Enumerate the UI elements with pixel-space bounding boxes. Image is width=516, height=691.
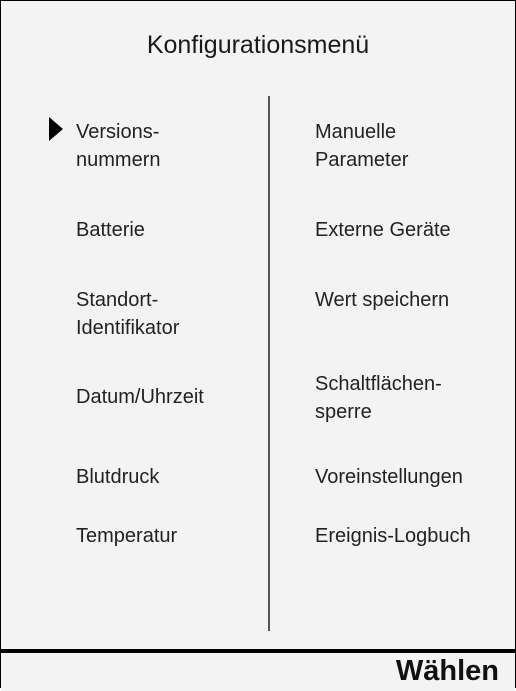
config-screen: Konfigurationsmenü Versions- nummern Bat…	[0, 0, 516, 691]
menu-item-label: Wert speichern	[315, 289, 450, 311]
menu-item-label: Ereignis-Logbuch	[315, 525, 471, 547]
menu-item-label: Temperatur	[76, 525, 178, 547]
menu-item-label: Blutdruck	[76, 466, 160, 488]
menu-item-label: sperre	[315, 401, 372, 423]
menu-item-event-log[interactable]: Ereignis-Logbuch	[315, 522, 471, 550]
menu-item-label: Externe Geräte	[315, 219, 451, 241]
menu-item-external-devices[interactable]: Externe Geräte	[315, 216, 451, 244]
page-title: Konfigurationsmenü	[146, 31, 370, 59]
menu-item-manual-parameters[interactable]: Manuelle Parameter	[315, 118, 408, 174]
menu-item-presets[interactable]: Voreinstellungen	[315, 463, 463, 491]
menu-item-label: Voreinstellungen	[315, 466, 463, 488]
menu-item-version-numbers[interactable]: Versions- nummern	[76, 118, 160, 174]
menu-item-location-id[interactable]: Standort- Identifikator	[76, 286, 179, 342]
menu-item-save-value[interactable]: Wert speichern	[315, 286, 449, 314]
menu-item-label: Standort-	[76, 289, 159, 311]
select-button[interactable]: Wählen	[396, 655, 499, 688]
menu-item-temperature[interactable]: Temperatur	[76, 522, 177, 550]
softkey-bar: Wählen	[1, 649, 515, 691]
menu-item-battery[interactable]: Batterie	[76, 216, 145, 244]
menu-item-blood-pressure[interactable]: Blutdruck	[76, 463, 159, 491]
column-divider	[268, 96, 270, 631]
menu-item-label: nummern	[76, 149, 161, 171]
menu-item-date-time[interactable]: Datum/Uhrzeit	[76, 383, 204, 411]
menu-item-label: Manuelle	[315, 121, 397, 143]
menu-item-button-lock[interactable]: Schaltflächen- sperre	[315, 370, 442, 426]
selection-cursor-icon	[49, 117, 63, 141]
menu-item-label: Batterie	[76, 219, 145, 241]
menu-item-label: Parameter	[315, 149, 409, 171]
menu-item-label: Schaltflächen-	[315, 373, 442, 395]
menu-item-label: Identifikator	[76, 317, 180, 339]
menu-item-label: Datum/Uhrzeit	[76, 386, 204, 408]
menu-item-label: Versions-	[76, 121, 160, 143]
